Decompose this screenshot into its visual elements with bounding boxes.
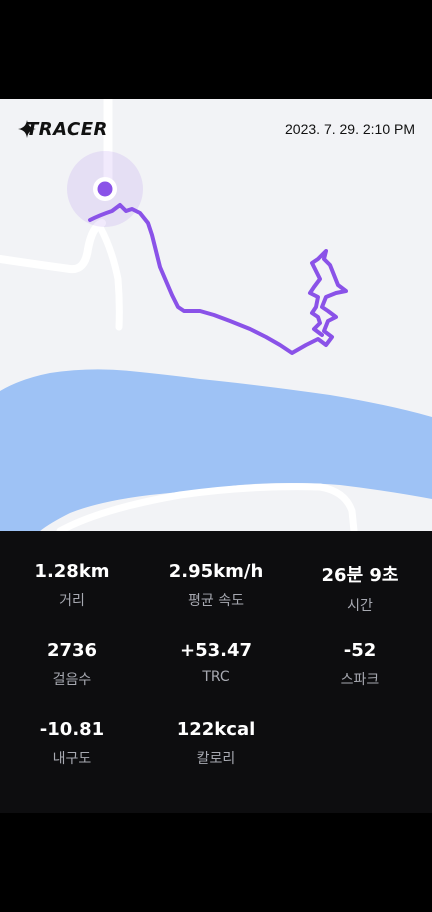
stat-value: +53.47: [179, 640, 253, 661]
sparkle-icon: [18, 120, 36, 138]
stat-label: 거리: [59, 593, 85, 609]
stat-trc: +53.47 TRC: [144, 640, 288, 685]
stat-value: 1.28km: [34, 561, 110, 582]
stat-calories: 122kcal 칼로리: [144, 719, 288, 768]
river: [0, 369, 432, 531]
stat-average-speed: 2.95km/h 평균 속도: [144, 561, 288, 610]
stat-label: 내구도: [52, 751, 92, 767]
stat-value: 122kcal: [176, 719, 256, 740]
stat-label: TRC: [202, 669, 230, 685]
stat-label: 칼로리: [196, 751, 236, 767]
brand-logo: TRACER: [17, 119, 108, 140]
map-canvas: [0, 99, 432, 531]
stat-distance: 1.28km 거리: [0, 561, 144, 610]
stat-steps: 2736 걸음수: [0, 640, 144, 689]
stat-value: -10.81: [39, 719, 105, 740]
activity-datetime: 2023. 7. 29. 2:10 PM: [285, 121, 415, 137]
stat-value: -52: [343, 640, 377, 661]
stat-value: 26분 9초: [321, 565, 399, 586]
brand-name: TRACER: [26, 119, 108, 140]
stat-label: 평균 속도: [188, 593, 244, 609]
stat-spark: -52 스파크: [288, 640, 432, 689]
stat-label: 시간: [347, 598, 373, 614]
stats-panel: 1.28km 거리 2.95km/h 평균 속도 26분 9초 시간 2736 …: [0, 531, 432, 813]
route-path: [88, 203, 348, 355]
route-map[interactable]: TRACER 2023. 7. 29. 2:10 PM: [0, 99, 432, 531]
activity-card: TRACER 2023. 7. 29. 2:10 PM 1.28km 거리 2.…: [0, 99, 432, 813]
stat-durability: -10.81 내구도: [0, 719, 144, 768]
stat-value: 2.95km/h: [168, 561, 264, 582]
stat-label: 걸음수: [52, 672, 92, 688]
stat-value: 2736: [46, 640, 98, 661]
stat-label: 스파크: [340, 672, 380, 688]
location-marker-icon[interactable]: [93, 177, 117, 201]
stat-time: 26분 9초 시간: [288, 561, 432, 615]
